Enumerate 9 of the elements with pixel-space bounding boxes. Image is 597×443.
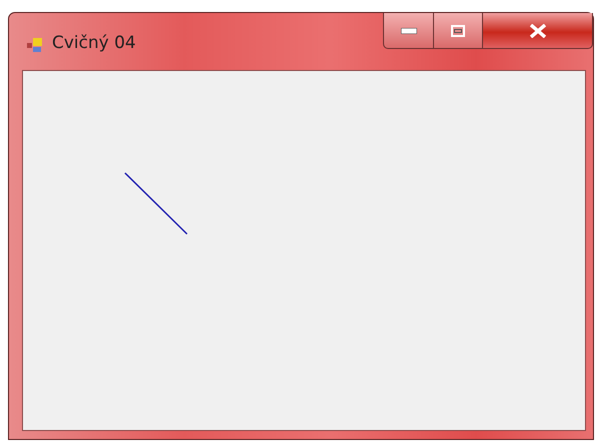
maximize-button[interactable] <box>434 13 483 49</box>
close-icon <box>528 24 546 38</box>
maximize-icon <box>451 24 465 36</box>
minimize-button[interactable] <box>383 13 434 49</box>
window-title: Cvičný 04 <box>52 33 136 53</box>
app-icon <box>26 36 44 54</box>
diagonal-line <box>124 172 188 235</box>
close-button[interactable] <box>483 13 593 49</box>
minimize-icon <box>400 28 416 34</box>
